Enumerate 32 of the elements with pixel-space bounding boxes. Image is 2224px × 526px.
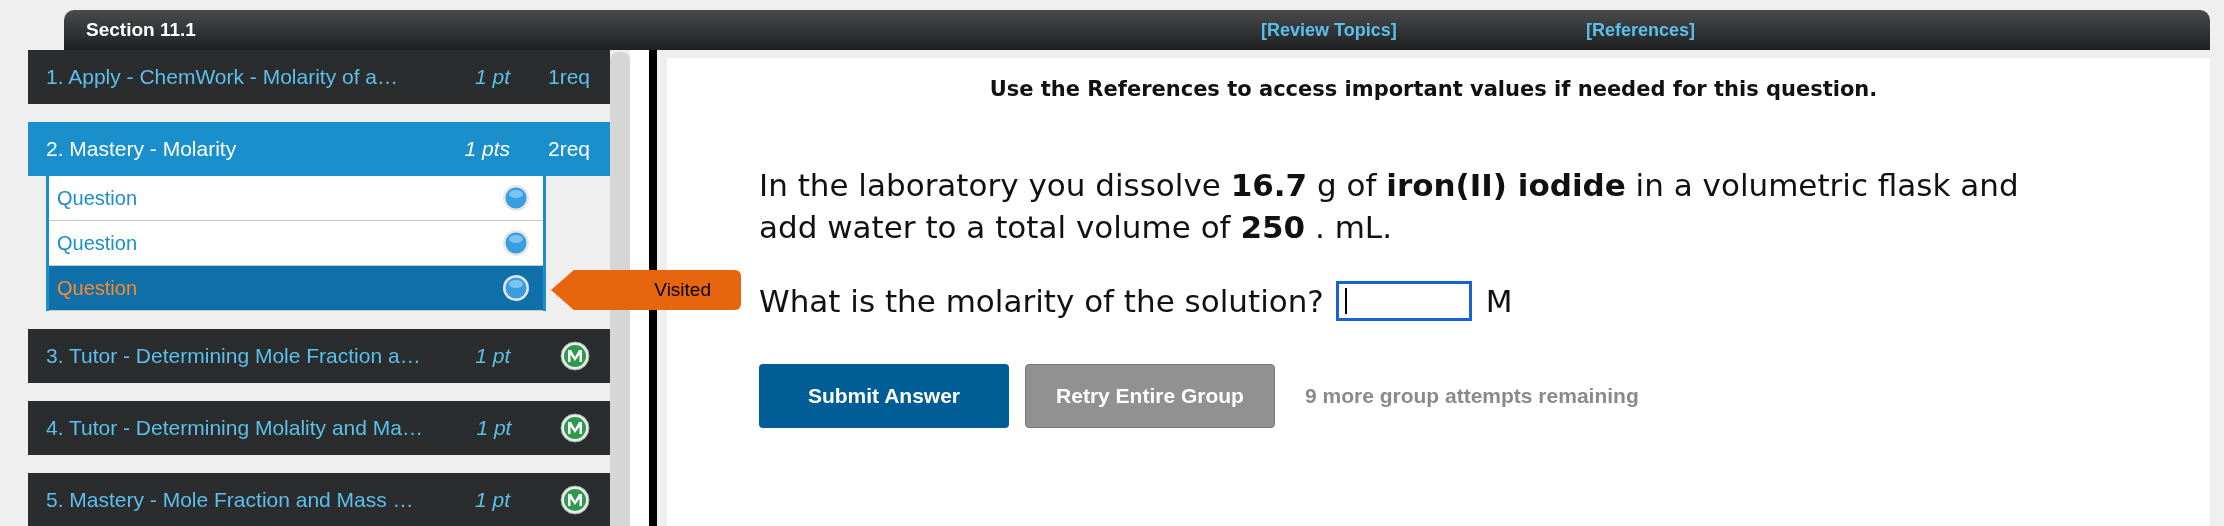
header-link[interactable]: [Review Topics]	[1261, 16, 1586, 44]
header-link[interactable]: [References]	[1586, 16, 1696, 44]
visited-tooltip: Visited	[551, 270, 741, 310]
item-title: 3. Tutor - Determining Mole Fraction a…	[46, 343, 421, 370]
instruction-text: Use the References to access important values if needed for this question.	[988, 76, 1879, 103]
question-item[interactable]: Question	[49, 221, 543, 266]
question-label: Question	[57, 231, 139, 256]
sidebar-item[interactable]: 1. Apply - ChemWork - Molarity of a… 1 pt 1req	[28, 50, 610, 104]
requirement-count: 2req	[547, 136, 590, 163]
submit-button[interactable]: Submit Answer	[759, 364, 1009, 428]
item-title: 5. Mastery - Mole Fraction and Mass …	[46, 487, 415, 514]
item-points: 1 pt	[473, 64, 510, 91]
item-points: 1 pt	[473, 487, 510, 514]
requirement-count: 1req	[547, 64, 590, 91]
question-item[interactable]: Question	[49, 176, 543, 221]
unit-label: M	[1485, 281, 1513, 321]
prompt-text: What is the molarity of the solution?	[759, 281, 1324, 321]
sidebar-item[interactable]: 3. Tutor - Determining Mole Fraction a… 1 pt	[28, 329, 610, 383]
attempts-text: 9 more group attempts remaining	[1305, 383, 1639, 410]
item-points: 1 pt	[475, 415, 512, 442]
question-text: In the laboratory you dissolve 16.7 g of iron(II) iodide in a volumetric flask and add water to a total volume of 250 . mL.	[759, 165, 2020, 247]
item-title: 1. Apply - ChemWork - Molarity of a…	[46, 64, 400, 91]
sidebar-item[interactable]: 5. Mastery - Mole Fraction and Mass … 1 pt	[28, 473, 610, 526]
item-title: 2. Mastery - Molarity	[46, 136, 238, 163]
item-title: 4. Tutor - Determining Molality and Ma…	[46, 415, 423, 442]
sidebar-item[interactable]: 2. Mastery - Molarity 1 pts 2req	[28, 122, 610, 176]
section-title: Section 11.1	[86, 17, 197, 42]
question-label: Question	[57, 186, 139, 211]
item-points: 1 pt	[474, 343, 511, 370]
sidebar-item[interactable]: 4. Tutor - Determining Molality and Ma… 1 pt	[28, 401, 610, 455]
item-points: 1 pts	[463, 136, 510, 163]
question-label: Question	[57, 276, 139, 301]
